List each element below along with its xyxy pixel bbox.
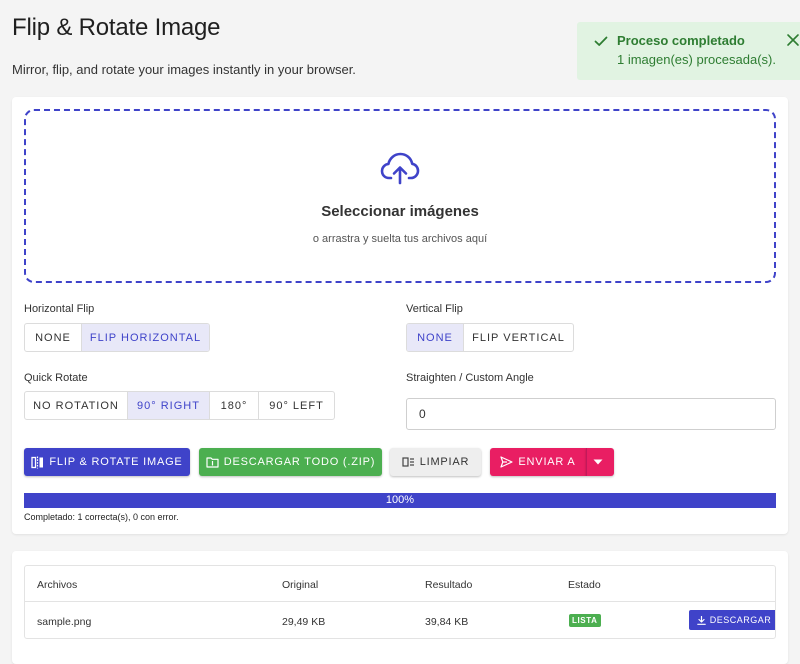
status-badge: LISTA <box>569 614 601 627</box>
option-90-left[interactable]: 90° LEFT <box>259 392 334 419</box>
option-no-rotation[interactable]: NO ROTATION <box>25 392 128 419</box>
column-header-status: Estado <box>568 579 601 591</box>
option-v-none[interactable]: NONE <box>407 324 464 351</box>
send-icon <box>500 456 514 468</box>
cloud-upload-icon <box>380 152 420 185</box>
progress-status: Completado: 1 correcta(s), 0 con error. <box>24 512 179 522</box>
option-180[interactable]: 180° <box>210 392 259 419</box>
flip-rotate-button[interactable]: FLIP & ROTATE IMAGE <box>24 448 190 476</box>
progress-bar: 100% <box>24 493 776 508</box>
flip-rotate-button-label: FLIP & ROTATE IMAGE <box>49 456 183 468</box>
success-toast: Proceso completado 1 imagen(es) procesad… <box>577 22 800 80</box>
check-icon <box>594 36 608 46</box>
option-flip-horizontal[interactable]: FLIP HORIZONTAL <box>82 324 209 351</box>
option-h-none[interactable]: NONE <box>25 324 82 351</box>
table-header: Archivos Original Resultado Estado <box>25 566 775 602</box>
dropzone-title: Seleccionar imágenes <box>321 203 479 220</box>
cell-result-size: 39,84 KB <box>425 616 469 628</box>
quick-rotate-toggle: NO ROTATION 90° RIGHT 180° 90° LEFT <box>24 391 335 420</box>
download-icon <box>696 615 706 625</box>
vertical-flip-label: Vertical Flip <box>406 303 463 315</box>
row-download-label: DESCARGAR <box>709 615 772 625</box>
file-dropzone[interactable]: Seleccionar imágenes o arrastra y suelta… <box>24 109 776 283</box>
quick-rotate-label: Quick Rotate <box>24 372 88 384</box>
download-all-button-label: DESCARGAR TODO (.ZIP) <box>223 456 376 468</box>
toast-title: Proceso completado <box>617 33 745 48</box>
progress-label: 100% <box>385 494 415 506</box>
row-download-button[interactable]: DESCARGAR <box>689 610 775 630</box>
column-header-original: Original <box>282 579 319 591</box>
folder-zip-icon <box>206 457 219 468</box>
clear-button[interactable]: LIMPIAR <box>390 448 481 476</box>
cell-file: sample.png <box>37 616 92 628</box>
page-title: Flip & Rotate Image <box>12 14 221 41</box>
horizontal-flip-toggle: NONE FLIP HORIZONTAL <box>24 323 210 352</box>
send-to-button[interactable]: ENVIAR A <box>490 448 586 476</box>
results-table: Archivos Original Resultado Estado sampl… <box>24 565 776 639</box>
column-header-files: Archivos <box>37 579 78 591</box>
results-card: Archivos Original Resultado Estado sampl… <box>12 551 788 664</box>
option-90-right[interactable]: 90° RIGHT <box>128 392 210 419</box>
toast-message: 1 imagen(es) procesada(s). <box>617 52 776 67</box>
page-subtitle: Mirror, flip, and rotate your images ins… <box>12 62 356 77</box>
download-all-button[interactable]: DESCARGAR TODO (.ZIP) <box>199 448 382 476</box>
column-header-result: Resultado <box>425 579 473 591</box>
cell-original-size: 29,49 KB <box>282 616 326 628</box>
clear-list-icon <box>402 457 414 467</box>
option-flip-vertical[interactable]: FLIP VERTICAL <box>464 324 573 351</box>
caret-down-icon <box>593 459 603 465</box>
send-to-button-label: ENVIAR A <box>518 456 576 468</box>
settings-card: Seleccionar imágenes o arrastra y suelta… <box>12 97 788 534</box>
dropzone-subtitle: o arrastra y suelta tus archivos aquí <box>312 233 488 245</box>
vertical-flip-toggle: NONE FLIP VERTICAL <box>406 323 574 352</box>
horizontal-flip-label: Horizontal Flip <box>24 303 95 315</box>
close-icon[interactable] <box>785 32 800 48</box>
clear-button-label: LIMPIAR <box>419 456 470 468</box>
custom-angle-label: Straighten / Custom Angle <box>406 372 534 384</box>
flip-icon <box>31 456 44 468</box>
send-to-dropdown-button[interactable] <box>586 448 614 476</box>
custom-angle-input[interactable] <box>406 398 776 430</box>
